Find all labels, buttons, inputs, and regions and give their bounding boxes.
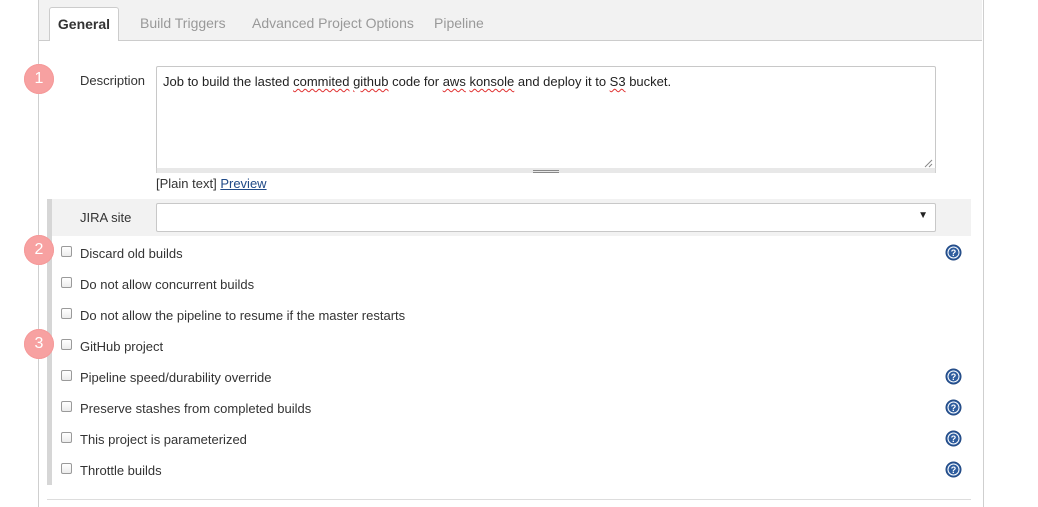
github-project-label[interactable]: GitHub project — [80, 339, 163, 354]
no-resume-label[interactable]: Do not allow the pipeline to resume if t… — [80, 308, 405, 323]
description-text-5: and deploy it to — [514, 74, 610, 89]
help-icon[interactable]: ? — [945, 244, 962, 261]
description-textarea[interactable]: Job to build the lasted commited github … — [156, 66, 936, 171]
throttle-builds-checkbox[interactable] — [61, 463, 72, 474]
description-text-aws: aws — [442, 74, 466, 89]
description-format-row: [Plain text] Preview — [156, 176, 267, 191]
dropdown-caret-icon: ▼ — [918, 210, 928, 221]
preview-link[interactable]: Preview — [220, 176, 266, 191]
discard-old-builds-label[interactable]: Discard old builds — [80, 246, 183, 261]
github-project-checkbox[interactable] — [61, 339, 72, 350]
section-divider — [47, 499, 971, 500]
tab-pipeline[interactable]: Pipeline — [434, 8, 484, 40]
no-concurrent-builds-label[interactable]: Do not allow concurrent builds — [80, 277, 254, 292]
textarea-drag-handle-icon[interactable] — [533, 170, 559, 173]
durability-override-label[interactable]: Pipeline speed/durability override — [80, 370, 272, 385]
discard-old-builds-checkbox[interactable] — [61, 246, 72, 257]
jira-site-select[interactable]: ▼ — [156, 203, 936, 232]
description-text-6: bucket. — [625, 74, 672, 89]
tab-build-triggers[interactable]: Build Triggers — [140, 8, 226, 40]
step-badge-3: 3 — [24, 329, 54, 359]
no-concurrent-builds-checkbox[interactable] — [61, 277, 72, 288]
step-badge-2: 2 — [24, 235, 54, 265]
description-text-1: Job to build the lasted — [163, 74, 294, 89]
description-text-github: github — [353, 74, 389, 89]
tab-advanced-project-options[interactable]: Advanced Project Options — [252, 8, 414, 40]
svg-text:?: ? — [951, 434, 957, 444]
svg-text:?: ? — [951, 248, 957, 258]
tab-general[interactable]: General — [49, 7, 119, 41]
help-icon[interactable]: ? — [945, 461, 962, 478]
throttle-builds-label[interactable]: Throttle builds — [80, 463, 162, 478]
resize-grip-icon[interactable] — [924, 159, 933, 168]
description-text-commited: commited — [293, 74, 350, 89]
preserve-stashes-label[interactable]: Preserve stashes from completed builds — [80, 401, 311, 416]
svg-text:?: ? — [951, 465, 957, 475]
description-text-3: code for — [388, 74, 443, 89]
durability-override-checkbox[interactable] — [61, 370, 72, 381]
parameterized-checkbox[interactable] — [61, 432, 72, 443]
svg-text:?: ? — [951, 403, 957, 413]
plain-text-label: [Plain text] — [156, 176, 217, 191]
help-icon[interactable]: ? — [945, 368, 962, 385]
description-text-s3: S3 — [609, 74, 626, 89]
description-text-konsole: konsole — [469, 74, 515, 89]
no-resume-checkbox[interactable] — [61, 308, 72, 319]
svg-text:?: ? — [951, 372, 957, 382]
preserve-stashes-checkbox[interactable] — [61, 401, 72, 412]
description-label: Description — [80, 73, 146, 88]
jira-site-label: JIRA site — [80, 210, 132, 225]
parameterized-label[interactable]: This project is parameterized — [80, 432, 247, 447]
help-icon[interactable]: ? — [945, 399, 962, 416]
step-badge-1: 1 — [24, 64, 54, 94]
help-icon[interactable]: ? — [945, 430, 962, 447]
